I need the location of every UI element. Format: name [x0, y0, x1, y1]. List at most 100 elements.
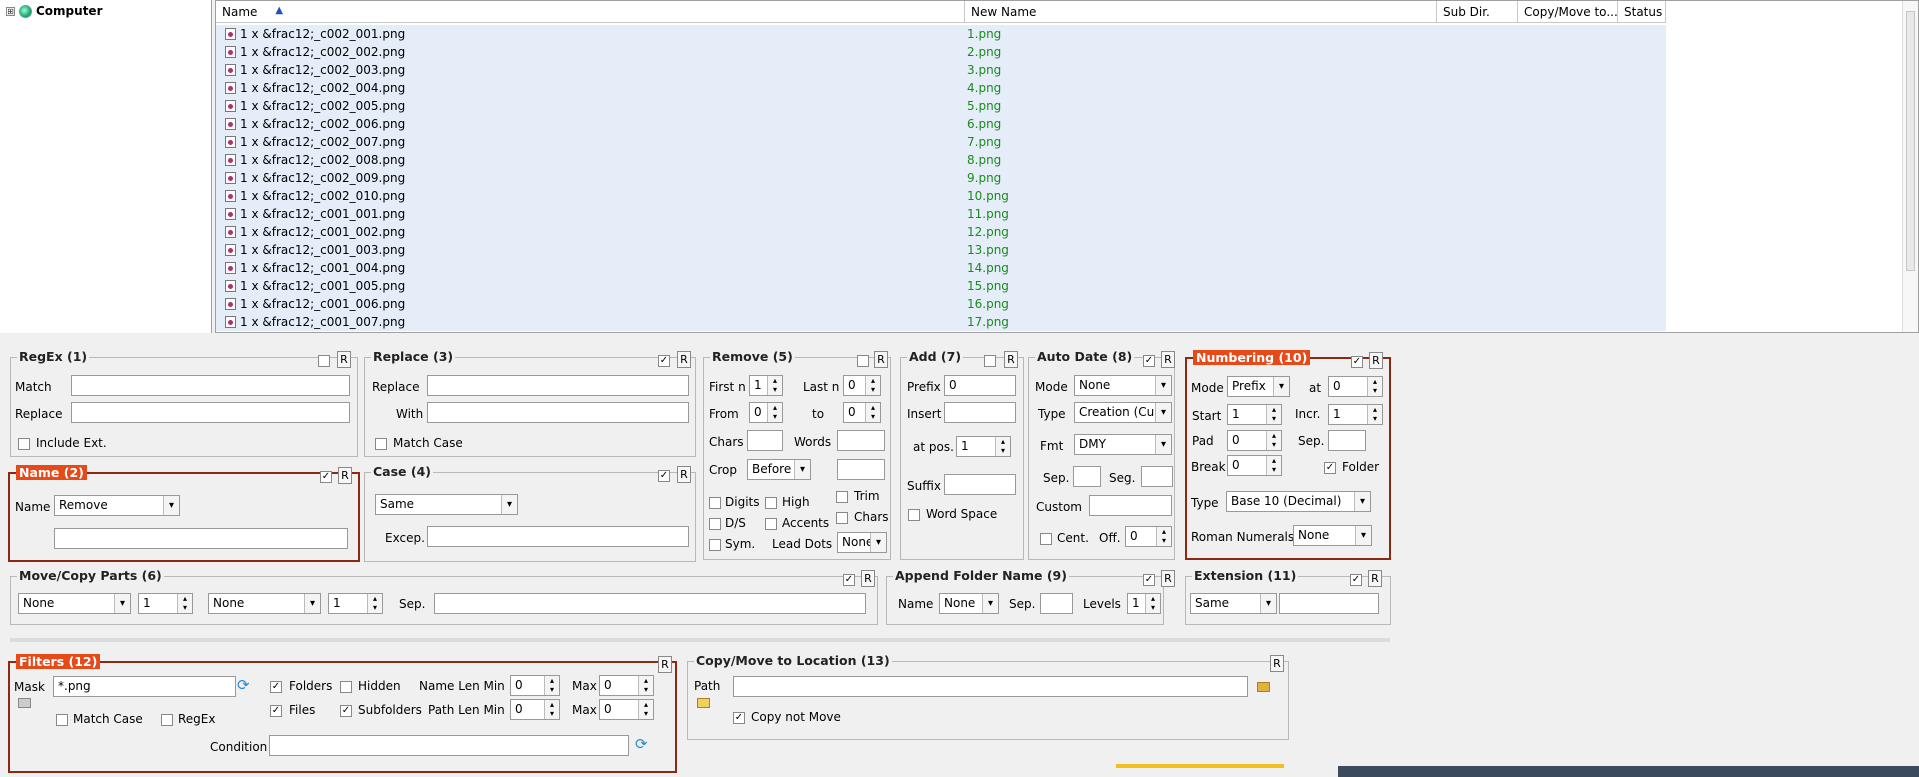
first-n-stepper[interactable]: 1: [749, 375, 783, 396]
increment-stepper[interactable]: 1: [1328, 404, 1383, 425]
replace-enable-checkbox[interactable]: ✓: [658, 355, 670, 367]
table-row[interactable]: 1 x &frac12;_c002_001.png 1.png: [216, 25, 1666, 43]
crop-select[interactable]: Before: [747, 459, 811, 480]
suffix-input[interactable]: [944, 474, 1016, 495]
scrollbar-thumb[interactable]: [1906, 11, 1915, 271]
crop-input[interactable]: [837, 459, 885, 480]
case-enable-checkbox[interactable]: ✓: [658, 470, 670, 482]
subfolders-checkbox[interactable]: ✓: [340, 705, 352, 717]
offset-stepper[interactable]: 0: [1125, 526, 1172, 547]
filter-regex-checkbox[interactable]: [161, 714, 173, 726]
table-row[interactable]: 1 x &frac12;_c001_002.png 12.png: [216, 223, 1666, 241]
folders-checkbox[interactable]: ✓: [270, 681, 282, 693]
extension-input[interactable]: [1279, 593, 1379, 614]
move-copy-part2-stepper[interactable]: 1: [328, 593, 383, 614]
name-enable-checkbox[interactable]: ✓: [320, 471, 332, 483]
move-copy-part2-select[interactable]: None: [208, 593, 321, 614]
auto-date-reset-button[interactable]: R: [1161, 351, 1175, 368]
table-row[interactable]: 1 x &frac12;_c001_004.png 14.png: [216, 259, 1666, 277]
words-input[interactable]: [837, 430, 885, 451]
word-space-checkbox[interactable]: [908, 509, 920, 521]
sym-checkbox[interactable]: [709, 539, 721, 551]
extension-reset-button[interactable]: R: [1368, 570, 1382, 587]
extension-case-select[interactable]: Same: [1190, 593, 1277, 614]
remove-reset-button[interactable]: R: [874, 351, 888, 368]
folder-checkbox[interactable]: ✓: [1324, 462, 1336, 474]
refresh-icon[interactable]: ⟳: [237, 676, 250, 694]
table-row[interactable]: 1 x &frac12;_c002_006.png 6.png: [216, 115, 1666, 133]
append-folder-reset-button[interactable]: R: [1161, 570, 1175, 587]
table-row[interactable]: 1 x &frac12;_c001_006.png 16.png: [216, 295, 1666, 313]
column-status[interactable]: Status: [1618, 1, 1666, 22]
splitter[interactable]: [10, 638, 1390, 642]
numbering-type-select[interactable]: Base 10 (Decimal): [1226, 491, 1371, 512]
column-name[interactable]: Name ▲: [216, 1, 965, 22]
hidden-checkbox[interactable]: [340, 681, 352, 693]
add-enable-checkbox[interactable]: [984, 355, 996, 367]
name-input[interactable]: [54, 528, 348, 549]
move-copy-reset-button[interactable]: R: [861, 570, 875, 587]
mask-picker-icon[interactable]: [18, 698, 31, 708]
numbering-enable-checkbox[interactable]: ✓: [1351, 356, 1363, 368]
at-stepper[interactable]: 0: [1328, 376, 1383, 397]
numbering-mode-select[interactable]: Prefix: [1227, 376, 1290, 397]
append-name-select[interactable]: None: [939, 593, 999, 614]
table-row[interactable]: 1 x &frac12;_c002_005.png 5.png: [216, 97, 1666, 115]
digits-checkbox[interactable]: [709, 497, 721, 509]
date-type-select[interactable]: Creation (Cur: [1074, 402, 1172, 423]
column-sub-dir[interactable]: Sub Dir.: [1437, 1, 1518, 22]
start-stepper[interactable]: 1: [1227, 404, 1282, 425]
name-len-min-stepper[interactable]: 0: [510, 675, 560, 696]
lead-dots-select[interactable]: None: [837, 532, 887, 553]
date-mode-select[interactable]: None: [1074, 375, 1172, 396]
cent-checkbox[interactable]: [1040, 533, 1052, 545]
from-stepper[interactable]: 0: [749, 402, 783, 423]
filters-reset-button[interactable]: R: [658, 656, 672, 673]
move-copy-part1-select[interactable]: None: [18, 593, 131, 614]
name-reset-button[interactable]: R: [338, 467, 352, 484]
case-select[interactable]: Same: [375, 494, 518, 515]
copy-move-reset-button[interactable]: R: [1270, 655, 1284, 672]
path-len-min-stepper[interactable]: 0: [510, 699, 560, 720]
chars-input[interactable]: [747, 430, 783, 451]
auto-date-enable-checkbox[interactable]: ✓: [1143, 355, 1155, 367]
condition-input[interactable]: [269, 735, 629, 756]
date-sep-input[interactable]: [1073, 466, 1101, 487]
levels-stepper[interactable]: 1: [1127, 593, 1161, 614]
case-reset-button[interactable]: R: [677, 466, 691, 483]
table-row[interactable]: 1 x &frac12;_c001_001.png 11.png: [216, 205, 1666, 223]
table-row[interactable]: 1 x &frac12;_c001_005.png 15.png: [216, 277, 1666, 295]
move-copy-enable-checkbox[interactable]: ✓: [843, 574, 855, 586]
tree-node-computer[interactable]: ⊞ Computer: [6, 4, 102, 18]
extension-enable-checkbox[interactable]: ✓: [1350, 574, 1362, 586]
numbering-reset-button[interactable]: R: [1369, 352, 1383, 369]
move-copy-part1-stepper[interactable]: 1: [138, 593, 193, 614]
accents-checkbox[interactable]: [765, 518, 777, 530]
path-input[interactable]: [733, 676, 1248, 697]
table-row[interactable]: 1 x &frac12;_c001_003.png 13.png: [216, 241, 1666, 259]
mask-input[interactable]: *.png: [53, 676, 236, 697]
table-row[interactable]: 1 x &frac12;_c002_004.png 4.png: [216, 79, 1666, 97]
numbering-sep-input[interactable]: [1328, 430, 1366, 451]
files-checkbox[interactable]: ✓: [270, 705, 282, 717]
match-input[interactable]: [71, 375, 350, 396]
append-sep-input[interactable]: [1040, 593, 1073, 614]
insert-input[interactable]: [944, 402, 1016, 423]
trim-checkbox[interactable]: [836, 491, 848, 503]
excep-input[interactable]: [427, 526, 689, 547]
ds-checkbox[interactable]: [709, 518, 721, 530]
paste-path-icon[interactable]: [697, 698, 710, 708]
expand-icon[interactable]: ⊞: [6, 6, 15, 16]
table-row[interactable]: 1 x &frac12;_c002_003.png 3.png: [216, 61, 1666, 79]
folder-tree[interactable]: ⊞ Computer: [0, 0, 212, 333]
table-row[interactable]: 1 x &frac12;_c002_008.png 8.png: [216, 151, 1666, 169]
prefix-input[interactable]: 0: [944, 375, 1016, 396]
name-len-max-stepper[interactable]: 0: [599, 675, 654, 696]
path-len-max-stepper[interactable]: 0: [599, 699, 654, 720]
add-reset-button[interactable]: R: [1004, 351, 1018, 368]
pad-stepper[interactable]: 0: [1227, 430, 1282, 451]
break-stepper[interactable]: 0: [1227, 455, 1282, 476]
copy-not-move-checkbox[interactable]: ✓: [733, 712, 745, 724]
name-mode-select[interactable]: Remove: [54, 495, 180, 516]
table-row[interactable]: 1 x &frac12;_c002_002.png 2.png: [216, 43, 1666, 61]
